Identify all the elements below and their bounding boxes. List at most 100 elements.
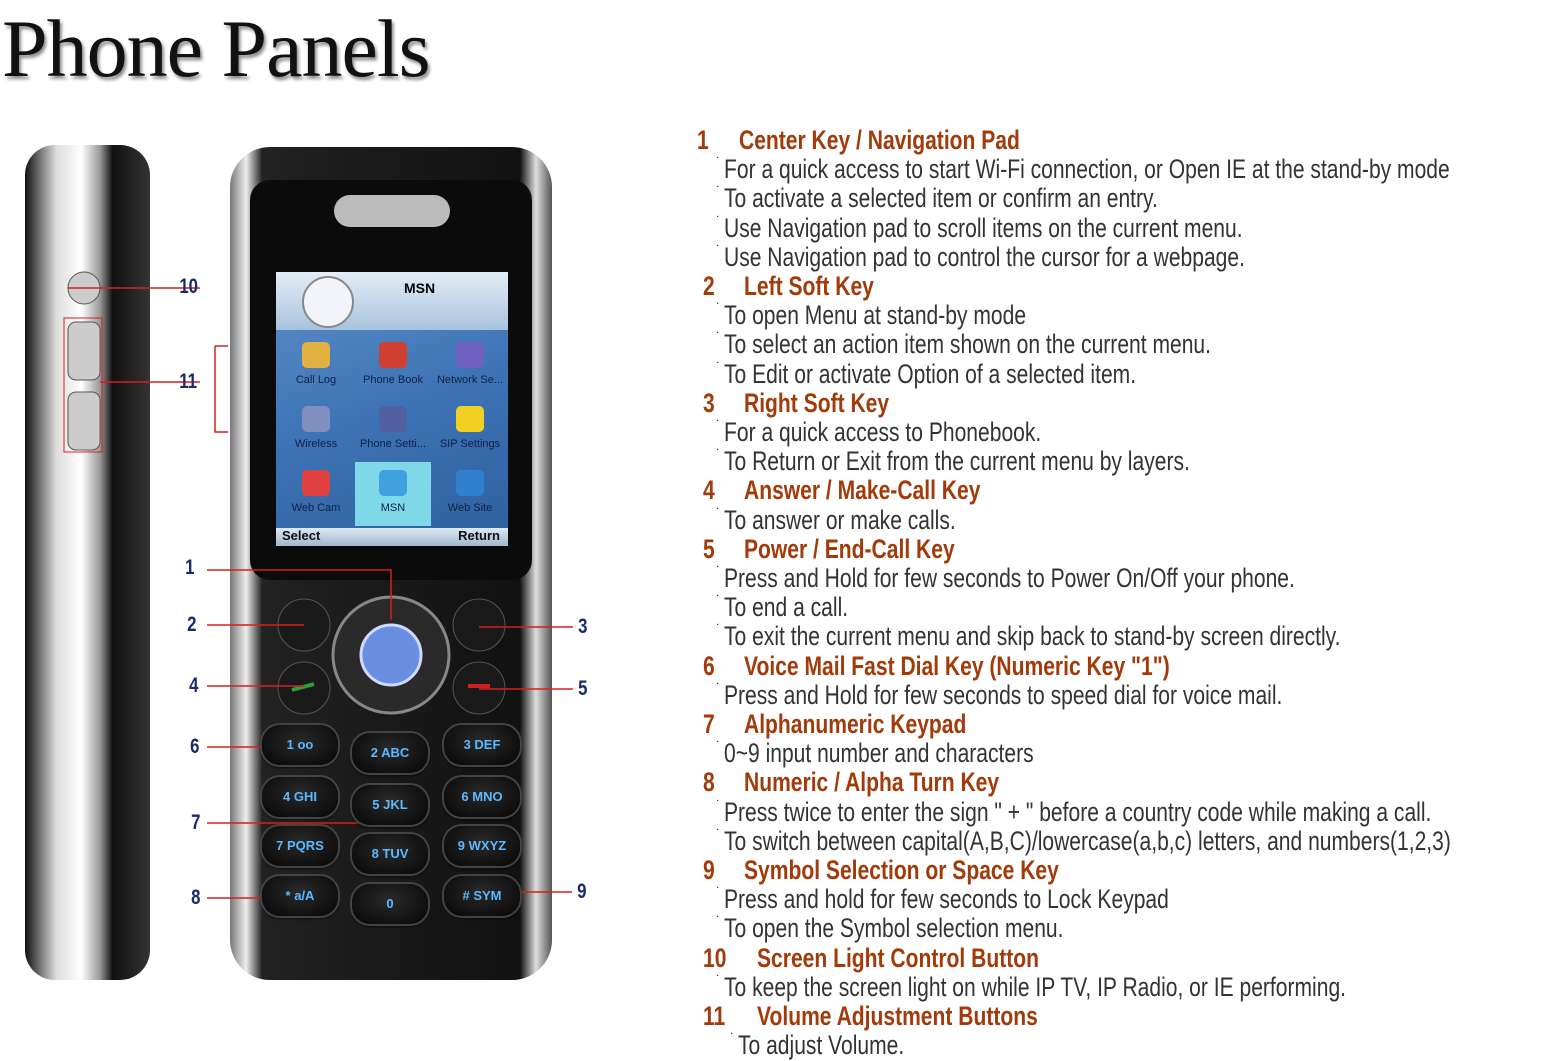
item-description-line: To switch between capital(A,B,C)/lowerca…: [724, 825, 1451, 856]
callout-label: 7: [191, 811, 201, 834]
item-title: Symbol Selection or Space Key: [744, 855, 1059, 885]
bullet-icon: ˙: [716, 183, 721, 200]
app-icon: [456, 470, 484, 496]
bullet-icon: ˙: [716, 884, 721, 901]
screen-app-item[interactable]: Phone Setti...: [355, 398, 431, 462]
item-title: Right Soft Key: [744, 387, 890, 418]
bullet-icon: ˙: [716, 679, 721, 696]
keypad-key[interactable]: 2 ABC: [352, 733, 428, 773]
screen-app-item[interactable]: MSN: [355, 462, 431, 526]
item-number: 2: [703, 271, 715, 301]
screen-app-item[interactable]: Network Se...: [432, 334, 508, 398]
keypad-key[interactable]: 9 WXYZ: [444, 826, 520, 866]
item-title: Screen Light Control Button: [757, 942, 1039, 973]
bullet-icon: ˙: [730, 1030, 735, 1047]
item-number: 9: [703, 855, 715, 885]
right-soft-key: [452, 598, 506, 652]
screen-app-item[interactable]: Wireless: [278, 398, 354, 462]
keypad-key[interactable]: 4 GHI: [262, 777, 338, 817]
item-description-line: Use Navigation pad to control the cursor…: [724, 241, 1245, 272]
app-icon: [302, 406, 330, 432]
phone-side-view: [25, 145, 150, 980]
right-soft-label: Return: [458, 528, 500, 543]
callout-label: 5: [578, 677, 588, 700]
item-description-line: To open Menu at stand-by mode: [724, 300, 1027, 331]
keypad-key[interactable]: 0: [352, 884, 428, 924]
screen-app-item[interactable]: SIP Settings: [432, 398, 508, 462]
bullet-icon: ˙: [716, 417, 721, 433]
app-icon: [302, 470, 330, 496]
item-description-line: To Return or Exit from the current menu …: [724, 446, 1190, 477]
item-number: 1: [697, 125, 709, 155]
item-description-line: To Edit or activate Option of a selected…: [724, 358, 1137, 389]
item-description-line: 0~9 input number and characters: [724, 738, 1034, 769]
callout-label: 11: [179, 370, 197, 393]
keypad-key[interactable]: 5 JKL: [352, 785, 428, 825]
screen-app-item[interactable]: Phone Book: [355, 334, 431, 398]
item-description-line: To open the Symbol selection menu.: [724, 913, 1064, 944]
callout-label: 2: [187, 613, 197, 636]
keypad-key[interactable]: * a/A: [262, 876, 338, 916]
item-number: 11: [703, 1001, 726, 1031]
item-description-line: To exit the current menu and skip back t…: [724, 621, 1341, 652]
app-label: Network Se...: [436, 374, 504, 386]
bullet-icon: ˙: [716, 154, 721, 171]
bullet-icon: ˙: [716, 738, 721, 755]
volume-down-button: [67, 391, 101, 451]
item-description-line: To keep the screen light on while IP TV,…: [724, 971, 1347, 1002]
item-description-line: To activate a selected item or confirm a…: [724, 183, 1158, 214]
app-label: Web Site: [447, 502, 493, 514]
bullet-icon: ˙: [716, 300, 721, 317]
item-number: 4: [703, 475, 715, 506]
earpiece: [334, 195, 450, 227]
item-description-line: To adjust Volume.: [738, 1030, 905, 1061]
bullet-icon: ˙: [716, 621, 721, 638]
app-label: Wireless: [294, 438, 338, 450]
bullet-icon: ˙: [716, 796, 721, 813]
app-label: Phone Setti...: [359, 438, 427, 450]
app-icon: [302, 342, 330, 368]
bullet-icon: ˙: [716, 825, 721, 842]
bullet-icon: ˙: [716, 971, 721, 988]
item-number: 7: [703, 709, 715, 739]
app-label: Phone Book: [363, 374, 423, 386]
screen-app-item[interactable]: Call Log: [278, 334, 354, 398]
center-key: [359, 623, 423, 687]
bullet-icon: ˙: [716, 563, 721, 579]
app-label: Call Log: [295, 374, 337, 386]
keypad-key[interactable]: 7 PQRS: [262, 826, 338, 866]
callout-label: 4: [189, 674, 199, 697]
bullet-icon: ˙: [716, 913, 721, 930]
screen-app-item[interactable]: Web Cam: [278, 462, 354, 526]
callout-label: 6: [190, 735, 200, 758]
item-description-line: To end a call.: [724, 592, 849, 623]
app-icon: [456, 406, 484, 432]
item-title: Volume Adjustment Buttons: [757, 1001, 1038, 1031]
volume-up-button: [67, 321, 101, 381]
app-icon: [379, 406, 407, 432]
item-description-line: For a quick access to start Wi-Fi connec…: [724, 154, 1450, 185]
item-title: Numeric / Alpha Turn Key: [744, 767, 1000, 798]
keypad-key[interactable]: # SYM: [444, 876, 520, 916]
bullet-icon: ˙: [716, 241, 721, 258]
bullet-icon: ˙: [716, 358, 721, 375]
app-label: Web Cam: [291, 502, 341, 514]
item-description-line: Press and Hold for few seconds to Power …: [724, 563, 1295, 593]
item-description-line: Use Navigation pad to scroll items on th…: [724, 212, 1243, 243]
bullet-icon: ˙: [716, 212, 721, 229]
app-icon: [379, 342, 407, 368]
keypad-key[interactable]: 8 TUV: [352, 834, 428, 874]
item-number: 10: [703, 942, 727, 973]
keypad-key[interactable]: 6 MNO: [444, 777, 520, 817]
item-title: Voice Mail Fast Dial Key (Numeric Key "1…: [744, 650, 1170, 681]
bullet-icon: ˙: [716, 446, 721, 463]
callout-label: 10: [179, 275, 199, 298]
app-icon: [379, 470, 407, 496]
screen-app-item[interactable]: Web Site: [432, 462, 508, 526]
item-number: 6: [703, 650, 715, 681]
keypad-key[interactable]: 3 DEF: [444, 725, 520, 765]
app-label: SIP Settings: [439, 438, 501, 450]
clock-icon: [302, 276, 354, 328]
bullet-icon: ˙: [716, 329, 721, 346]
keypad-key[interactable]: 1 oo: [262, 725, 338, 765]
